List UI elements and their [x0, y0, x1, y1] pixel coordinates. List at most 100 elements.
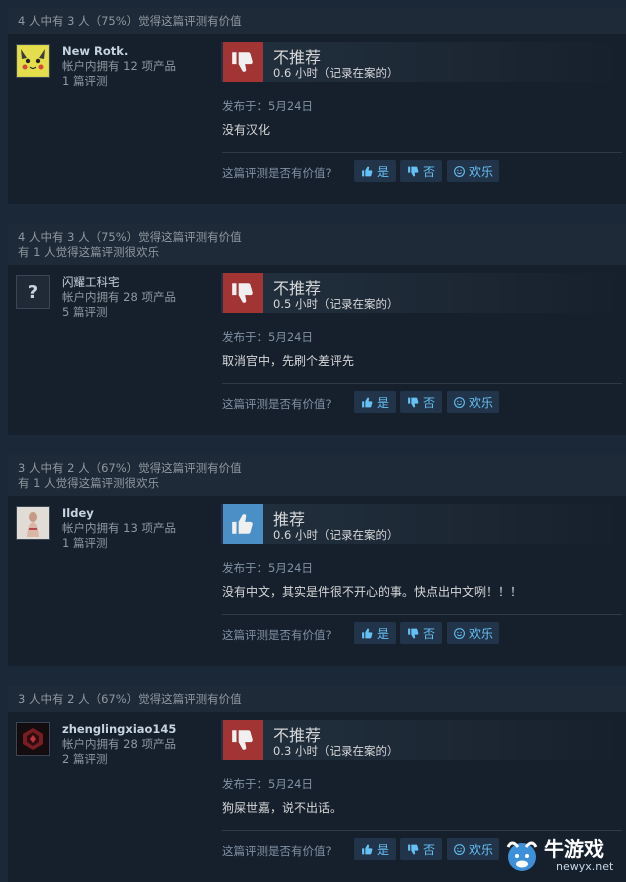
helpful-question: 这篇评测是否有价值?	[222, 844, 332, 858]
author-name[interactable]: New Rotk.	[62, 44, 176, 59]
thumbs-up-icon	[362, 397, 373, 407]
vote-no-button[interactable]: 否	[400, 391, 442, 413]
helpful-question: 这篇评测是否有价值?	[222, 397, 332, 411]
helpful-summary: 4 人中有 3 人（75%）觉得这篇评测有价值	[18, 230, 242, 244]
vote-no-button[interactable]: 否	[400, 160, 442, 182]
owned-products: 帐户内拥有 12 项产品	[62, 59, 176, 73]
thumbs-down-icon	[223, 720, 263, 760]
divider	[222, 152, 622, 153]
vote-funny-label: 欢乐	[468, 842, 493, 857]
avatar[interactable]	[16, 506, 50, 540]
avatar[interactable]: ?	[16, 275, 50, 309]
emblem-avatar-icon	[18, 724, 48, 754]
avatar[interactable]	[16, 722, 50, 756]
thumbs-up-icon	[362, 166, 373, 176]
vote-yes-label: 是	[376, 842, 389, 857]
review-text: 没有中文，其实是件很不开心的事。快点出中文咧！！！	[222, 585, 523, 599]
playtime: 0.6 小时（记录在案的）	[273, 528, 399, 542]
vote-funny-label: 欢乐	[468, 164, 493, 179]
verdict-bar[interactable]: 推荐 0.6 小时（记录在案的）	[221, 504, 622, 544]
owned-products: 帐户内拥有 28 项产品	[62, 290, 176, 304]
divider	[222, 383, 622, 384]
funny-summary: 有 1 人觉得这篇评测很欢乐	[18, 245, 160, 259]
thumbs-up-icon	[362, 844, 373, 854]
helpful-summary: 3 人中有 2 人（67%）觉得这篇评测有价值	[18, 692, 242, 706]
vote-no-label: 否	[422, 164, 435, 179]
vote-funny-button[interactable]: 欢乐	[447, 391, 499, 413]
smiley-icon	[454, 396, 465, 408]
vote-yes-button[interactable]: 是	[354, 838, 396, 860]
playtime: 0.6 小时（记录在案的）	[273, 66, 399, 80]
posted-date: 发布于：5月24日	[222, 99, 313, 113]
smiley-icon	[454, 165, 465, 177]
review-summary: 3 人中有 2 人（67%）觉得这篇评测有价值	[8, 686, 626, 712]
review-summary: 3 人中有 2 人（67%）觉得这篇评测有价值 有 1 人觉得这篇评测很欢乐	[8, 455, 626, 496]
pikachu-avatar-icon	[18, 46, 48, 76]
vote-yes-button[interactable]: 是	[354, 160, 396, 182]
thumbs-down-icon	[408, 628, 419, 638]
vote-yes-button[interactable]: 是	[354, 622, 396, 644]
divider	[222, 614, 622, 615]
vote-no-button[interactable]: 否	[400, 622, 442, 644]
watermark-site: newyx.net	[556, 860, 614, 873]
helpful-summary: 3 人中有 2 人（67%）觉得这篇评测有价值	[18, 461, 242, 475]
review-text: 取消官中，先刷个差评先	[222, 354, 355, 368]
review-card: 4 人中有 3 人（75%）觉得这篇评测有价值 有 1 人觉得这篇评测很欢乐 ?…	[8, 224, 626, 435]
vote-funny-label: 欢乐	[468, 395, 493, 410]
playtime: 0.5 小时（记录在案的）	[273, 297, 399, 311]
review-card: 4 人中有 3 人（75%）觉得这篇评测有价值 New Rotk. 帐户内拥有 …	[8, 8, 626, 204]
thumbs-up-icon	[223, 504, 263, 544]
vote-funny-label: 欢乐	[468, 626, 493, 641]
vote-funny-button[interactable]: 欢乐	[447, 160, 499, 182]
thumbs-down-icon	[408, 166, 419, 176]
verdict-bar[interactable]: 不推荐 0.6 小时（记录在案的）	[221, 42, 622, 82]
author-name[interactable]: zhenglingxiao145	[62, 722, 176, 737]
thumbs-down-icon	[223, 273, 263, 313]
review-count: 1 篇评测	[62, 74, 108, 88]
smiley-icon	[454, 627, 465, 639]
helpful-question: 这篇评测是否有价值?	[222, 628, 332, 642]
site-watermark: 牛游戏 newyx.net	[500, 829, 626, 879]
smiley-icon	[454, 843, 465, 855]
review-summary: 4 人中有 3 人（75%）觉得这篇评测有价值 有 1 人觉得这篇评测很欢乐	[8, 224, 626, 265]
review-count: 1 篇评测	[62, 536, 108, 550]
vote-funny-button[interactable]: 欢乐	[447, 838, 499, 860]
review-text: 没有汉化	[222, 123, 271, 137]
vote-yes-label: 是	[376, 395, 389, 410]
owned-products: 帐户内拥有 13 项产品	[62, 521, 176, 535]
question-mark-icon: ?	[27, 281, 39, 303]
portrait-avatar-icon	[17, 507, 49, 539]
review-count: 5 篇评测	[62, 305, 108, 319]
avatar[interactable]	[16, 44, 50, 78]
vote-no-button[interactable]: 否	[400, 838, 442, 860]
review-summary: 4 人中有 3 人（75%）觉得这篇评测有价值	[8, 8, 626, 34]
review-card: 3 人中有 2 人（67%）觉得这篇评测有价值 有 1 人觉得这篇评测很欢乐 I…	[8, 455, 626, 666]
funny-summary: 有 1 人觉得这篇评测很欢乐	[18, 476, 160, 490]
helpful-summary: 4 人中有 3 人（75%）觉得这篇评测有价值	[18, 14, 242, 28]
posted-date: 发布于：5月24日	[222, 330, 313, 344]
author-name[interactable]: Ildey	[62, 506, 176, 521]
thumbs-down-icon	[408, 397, 419, 407]
vote-funny-button[interactable]: 欢乐	[447, 622, 499, 644]
verdict-bar[interactable]: 不推荐 0.3 小时（记录在案的）	[221, 720, 622, 760]
owned-products: 帐户内拥有 28 项产品	[62, 737, 176, 751]
vote-yes-label: 是	[376, 626, 389, 641]
vote-yes-label: 是	[376, 164, 389, 179]
vote-no-label: 否	[422, 626, 435, 641]
thumbs-down-icon	[408, 844, 419, 854]
vote-yes-button[interactable]: 是	[354, 391, 396, 413]
playtime: 0.3 小时（记录在案的）	[273, 744, 399, 758]
bull-logo-icon	[506, 841, 538, 871]
watermark-name: 牛游戏	[544, 837, 604, 861]
posted-date: 发布于：5月24日	[222, 777, 313, 791]
review-count: 2 篇评测	[62, 752, 108, 766]
verdict-bar[interactable]: 不推荐 0.5 小时（记录在案的）	[221, 273, 622, 313]
thumbs-down-icon	[223, 42, 263, 82]
author-name[interactable]: 闪耀工科宅	[62, 275, 176, 290]
thumbs-up-icon	[362, 628, 373, 638]
helpful-question: 这篇评测是否有价值?	[222, 166, 332, 180]
posted-date: 发布于：5月24日	[222, 561, 313, 575]
vote-no-label: 否	[422, 395, 435, 410]
vote-no-label: 否	[422, 842, 435, 857]
review-text: 狗屎世嘉，说不出话。	[222, 801, 343, 815]
